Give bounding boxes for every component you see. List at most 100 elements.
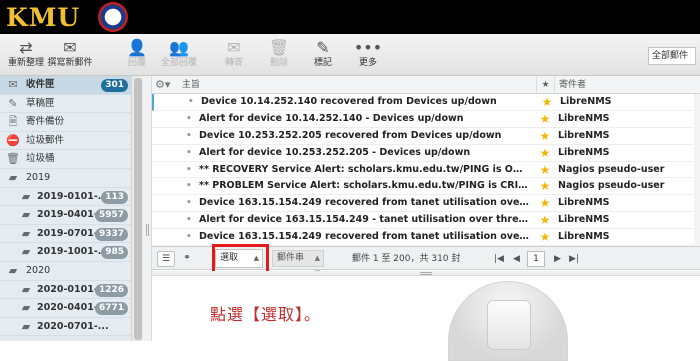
sidebar-item[interactable]: ⛔ 垃圾郵件 [0,132,131,151]
flag-star-icon[interactable]: ★ [538,111,552,128]
toolbar: ⇄ 重新整理 ✉ 撰寫新郵件 👤 回覆 👥 全部回覆 ✉ 轉寄 🗑 刪除 ✎ 標… [0,34,700,76]
previous-page-icon[interactable]: ◀ [513,247,520,271]
folder-icon: ▰ [21,282,31,296]
unread-dot-icon: • [186,198,192,209]
sidebar-item[interactable]: ▰ 2019 [0,169,131,188]
folder-icon: ▰ [21,319,31,333]
unread-dot-icon: • [186,181,192,192]
flag-star-icon[interactable]: ★ [538,229,552,246]
trash-icon: 🗑 [6,152,20,166]
unread-count-badge: 5957 [94,209,128,223]
message-row[interactable]: • ** RECOVERY Service Alert: scholars.kmu… [152,162,700,179]
unread-count-badge: 1226 [94,283,128,297]
sidebar-item[interactable]: ▰ 2019-0401-... 5957 [0,206,131,225]
sidebar-item[interactable]: ✎ 草稿匣 [0,95,131,114]
sidebar-item[interactable]: 🗎 寄件備份 [0,113,131,132]
page-number-input[interactable]: 1 [527,251,545,267]
list-menu-icon[interactable]: ☰ [157,251,175,267]
kmu-logo: KMU [6,3,81,32]
resize-grip[interactable] [420,272,432,275]
folder-sidebar: ✉ 收件匣 301 ✎ 草稿匣 🗎 寄件備份 ⛔ 垃圾郵件 🗑 垃圾桶 ▰ 2019 ▰ 2019-0101… [0,76,131,341]
reply-all-button[interactable]: 👥 全部回覆 [153,38,205,69]
message-subject[interactable]: Device 10.14.252.140 recovered from Devi… [201,94,531,111]
subject-column-header[interactable]: 主旨 [182,76,200,94]
message-row[interactable]: • Alert for device 10.253.252.205 - Devic… [152,145,700,162]
message-subject[interactable]: Alert for device 10.14.252.140 - Devices… [199,111,529,128]
last-page-icon[interactable]: ▶| [569,247,579,271]
message-sender: LibreNMS [558,112,610,124]
sidebar-item[interactable]: ✉ 收件匣 301 [0,76,131,95]
sidebar-item-label: 草稿匣 [26,97,55,109]
first-page-icon[interactable]: |◀ [494,247,504,271]
sidebar-item[interactable]: ▰ 2019-0101-... 113 [0,188,131,207]
sidebar-scroll-thumb[interactable] [134,78,142,340]
flag-star-icon[interactable]: ★ [538,178,552,195]
sidebar-item[interactable]: 🗑 垃圾桶 [0,150,131,169]
tutorial-instruction: 點選【選取】。 [210,305,322,324]
message-subject[interactable]: ** RECOVERY Service Alert: scholars.kmu.… [199,162,529,179]
threads-dropdown[interactable]: 郵件串 ▲▼ [272,250,324,277]
reply-all-label: 全部回覆 [160,58,197,68]
preview-resize-handle[interactable] [152,271,700,276]
pane-splitter[interactable] [143,76,152,341]
preview-pane: 點選【選取】。 [152,271,700,361]
message-sender: LibreNMS [558,146,610,158]
reply-all-icon: 👥 [169,38,189,57]
message-list-scrollbar[interactable] [694,94,700,246]
message-row[interactable]: • Alert for device 10.14.252.140 - Device… [152,111,700,128]
message-row[interactable]: • Device 10.14.252.140 recovered from Dev… [152,94,700,111]
message-sender: Nagios pseudo-user [558,163,665,175]
sidebar-item-label: 2019 [26,171,51,183]
message-sender: LibreNMS [558,197,610,209]
flag-star-icon[interactable]: ★ [538,145,552,162]
unread-dot-icon: • [186,130,192,141]
message-sender: LibreNMS [560,96,612,107]
flag-star-icon[interactable]: ★ [538,128,552,145]
message-subject[interactable]: ** PROBLEM Service Alert: scholars.kmu.e… [199,178,529,195]
message-row[interactable]: • Device 10.253.252.205 recovered from De… [152,128,700,145]
empty-preview-watermark-icon [448,281,568,361]
unread-count-badge: 985 [101,246,128,260]
compose-icon: ✉ [63,38,77,57]
folder-icon: ▰ [21,245,31,259]
message-row[interactable]: • Device 163.15.154.249 recovered from ta… [152,195,700,213]
from-column-header[interactable]: 寄件者 [554,76,700,94]
message-subject[interactable]: Device 163.15.154.249 recovered from tan… [199,195,529,212]
folder-icon: ▰ [21,208,31,222]
unread-dot-icon: • [186,164,192,175]
splitter-grip[interactable] [146,224,149,236]
message-subject[interactable]: Alert for device 163.15.154.249 - tanet … [199,212,529,229]
unread-count-badge: 9337 [94,227,128,241]
sidebar-item-label: 2020 [26,264,51,276]
more-button[interactable]: ••• 更多 [342,38,394,69]
sidebar-item[interactable]: ▰ 2020 [0,262,131,281]
compose-button[interactable]: ✉ 撰寫新郵件 [44,38,96,69]
sidebar-item[interactable]: ▰ 2019-1001-... 985 [0,243,131,262]
flag-star-icon[interactable]: ★ [540,94,554,111]
pencil-icon: ✎ [8,96,18,110]
sidebar-item[interactable]: ▰ 2019-0701-... 9337 [0,225,131,244]
sidebar-item[interactable]: ▰ 2020-0701-... [0,318,131,337]
sidebar-item[interactable]: ▰ 2020-0401-... 6771 [0,299,131,318]
list-options-gear-icon[interactable]: ⚙▾ [155,76,170,94]
message-subject[interactable]: Alert for device 10.253.252.205 - Device… [199,145,529,162]
unread-dot-icon: • [186,232,192,243]
sidebar-scrollbar[interactable] [131,76,143,341]
more-icon: ••• [353,38,383,57]
flag-column-star-icon[interactable]: ★ [536,76,554,94]
message-row[interactable]: • Alert for device 163.15.154.249 - tanet… [152,212,700,230]
message-subject[interactable]: Device 10.253.252.205 recovered from Dev… [199,128,529,145]
folder-filter-select[interactable]: 全部郵件 [648,47,696,65]
unread-count-badge: 113 [101,190,128,204]
message-list: ⚙▾ 主旨 ★ 寄件者 • Device 10.14.252.140 recove… [152,76,700,247]
watermark-inner [487,300,531,350]
next-page-icon[interactable]: ▶ [554,247,561,271]
sidebar-item[interactable]: ▰ 2020-0101-... 1226 [0,281,131,300]
flag-star-icon[interactable]: ★ [538,162,552,179]
junk-icon: ⛔ [6,133,20,147]
message-row[interactable]: • ** PROBLEM Service Alert: scholars.kmu.… [152,178,700,196]
threads-toggle-icon[interactable]: ⚭ [179,251,195,267]
flag-star-icon[interactable]: ★ [538,212,552,229]
university-seal-icon [98,2,128,32]
flag-star-icon[interactable]: ★ [538,195,552,212]
